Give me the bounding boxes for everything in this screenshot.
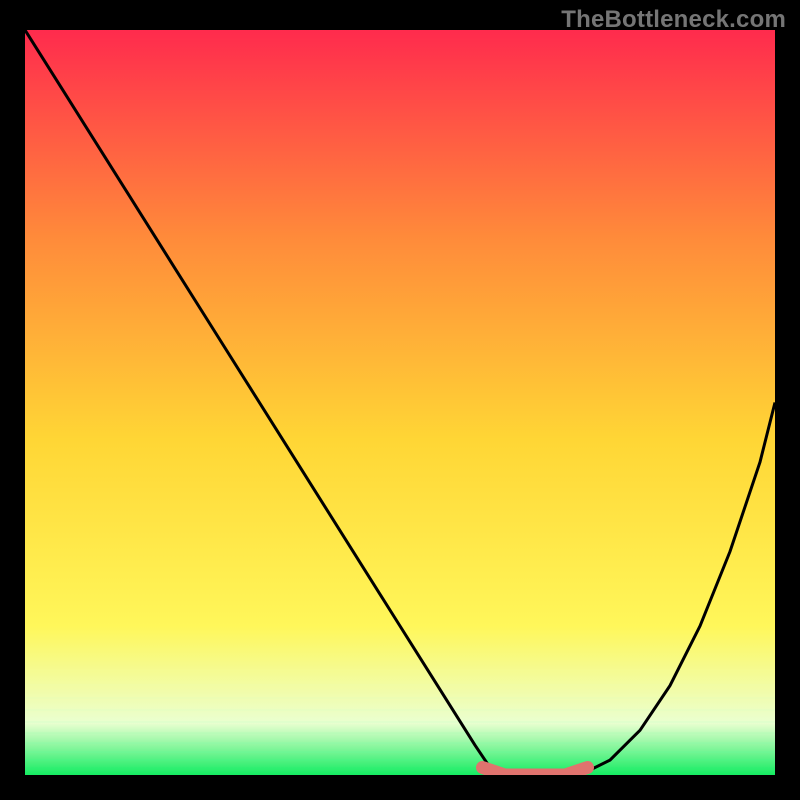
chart-root: TheBottleneck.com: [0, 0, 800, 800]
plot-background: [25, 30, 775, 775]
plot-frame: [25, 30, 775, 775]
optimal-zone: [483, 768, 588, 776]
watermark-text: TheBottleneck.com: [561, 6, 786, 34]
chart-svg: [25, 30, 775, 775]
